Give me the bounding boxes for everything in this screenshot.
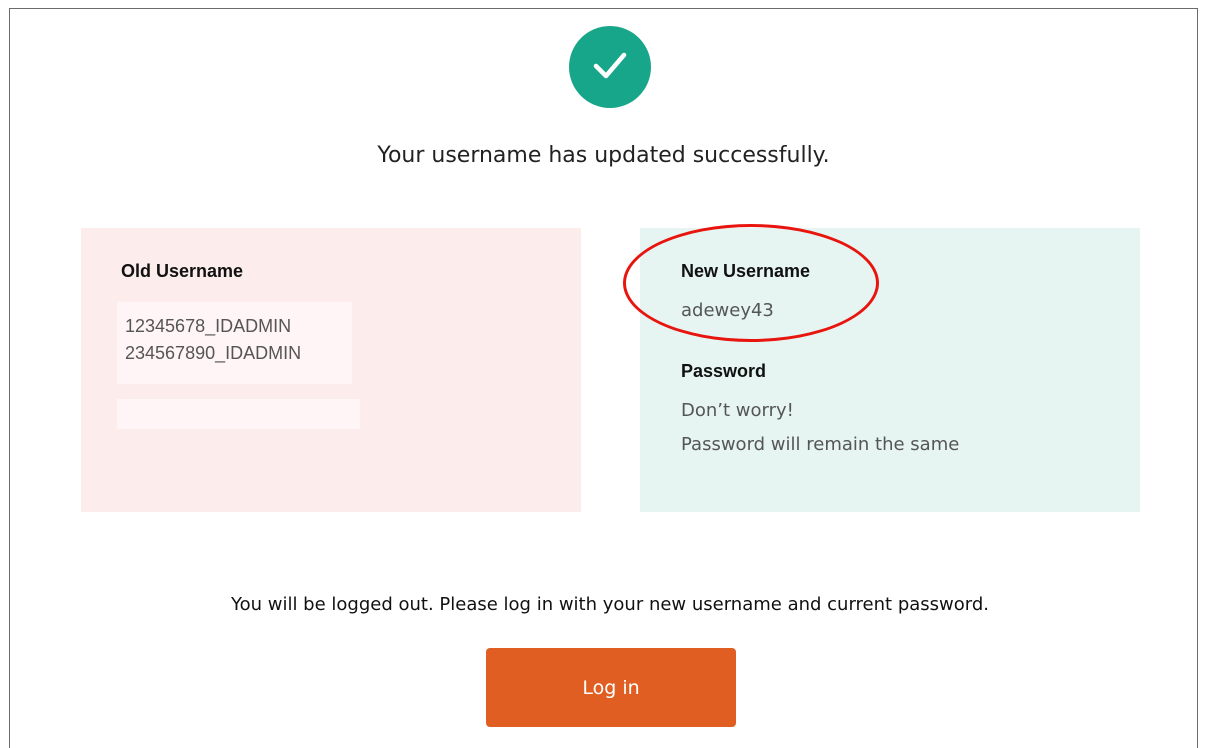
new-username-value: adewey43 xyxy=(681,300,774,321)
password-heading: Password xyxy=(681,361,767,381)
old-username-item: 12345678_IDADMIN xyxy=(125,316,292,336)
password-note-line: Don’t worry! xyxy=(681,400,794,421)
password-note-line: Password will remain the same xyxy=(681,434,960,455)
old-username-panel: Old Username 12345678_IDADMIN 234567890_… xyxy=(81,228,581,512)
old-username-item: 234567890_IDADMIN xyxy=(125,343,302,363)
success-badge xyxy=(569,26,651,108)
new-username-heading: New Username xyxy=(681,261,811,281)
check-icon xyxy=(589,44,631,90)
old-username-list-background-extra xyxy=(117,399,360,429)
logout-notice: You will be logged out. Please log in wi… xyxy=(230,594,989,615)
success-message: Your username has updated successfully. xyxy=(377,143,830,168)
old-username-heading: Old Username xyxy=(121,261,244,281)
login-button[interactable]: Log in xyxy=(486,648,736,727)
new-username-panel: New Username adewey43 Password Don’t wor… xyxy=(640,228,1140,512)
